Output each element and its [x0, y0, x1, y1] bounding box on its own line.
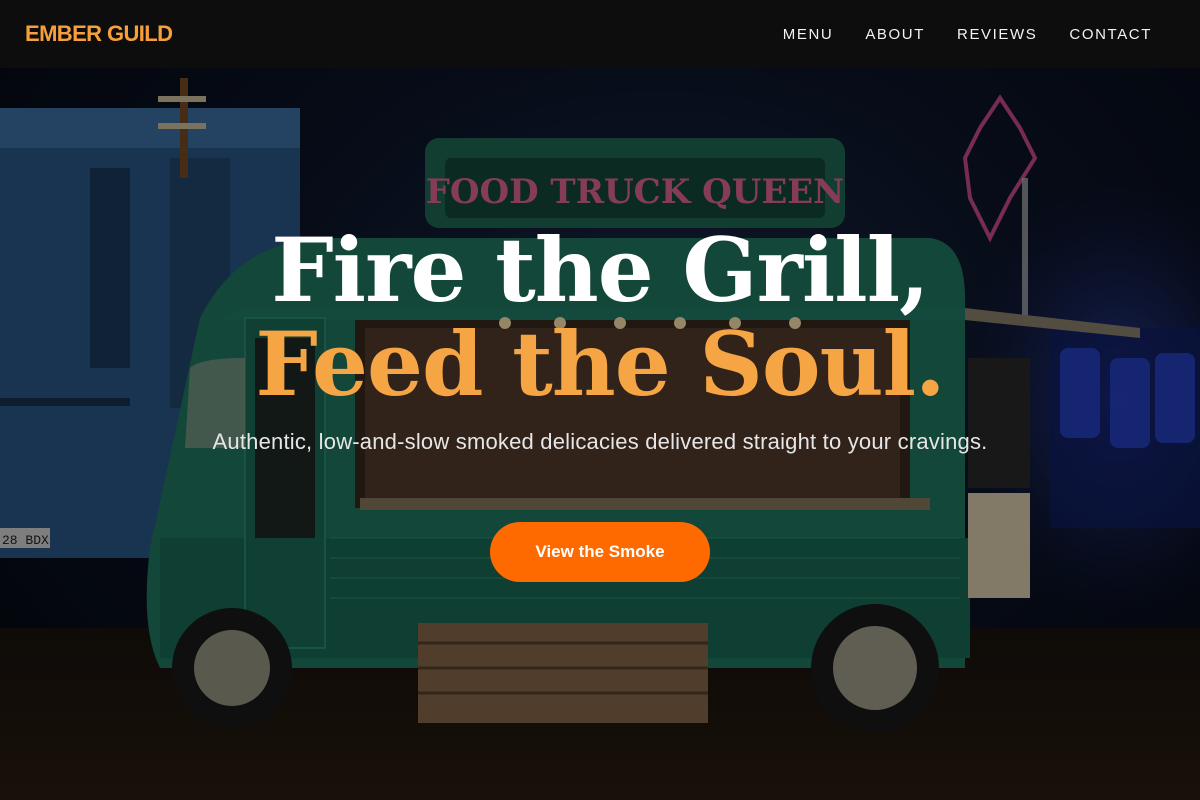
nav-link-menu[interactable]: MENU — [783, 26, 834, 43]
nav-link-about[interactable]: ABOUT — [865, 26, 925, 43]
brand-logo[interactable]: EMBER GUILD — [25, 21, 173, 47]
hero-subtitle: Authentic, low-and-slow smoked delicacie… — [212, 429, 988, 454]
nav-link-reviews[interactable]: REVIEWS — [957, 26, 1037, 43]
site-header: EMBER GUILD MENU ABOUT REVIEWS CONTACT — [0, 0, 1200, 68]
hero-headline-line1: Fire the Grill, — [271, 218, 930, 322]
view-the-smoke-button[interactable]: View the Smoke — [490, 522, 710, 582]
hero-content: Fire the Grill, Feed the Soul. Authentic… — [0, 68, 1200, 800]
hero-headline-line2: Feed the Soul. — [255, 312, 945, 416]
main-nav: MENU ABOUT REVIEWS CONTACT — [783, 26, 1152, 43]
hero-section: 28 BDX FOOD TRUCK QUEEN Fire the Grill, … — [0, 68, 1200, 800]
nav-link-contact[interactable]: CONTACT — [1069, 26, 1152, 43]
